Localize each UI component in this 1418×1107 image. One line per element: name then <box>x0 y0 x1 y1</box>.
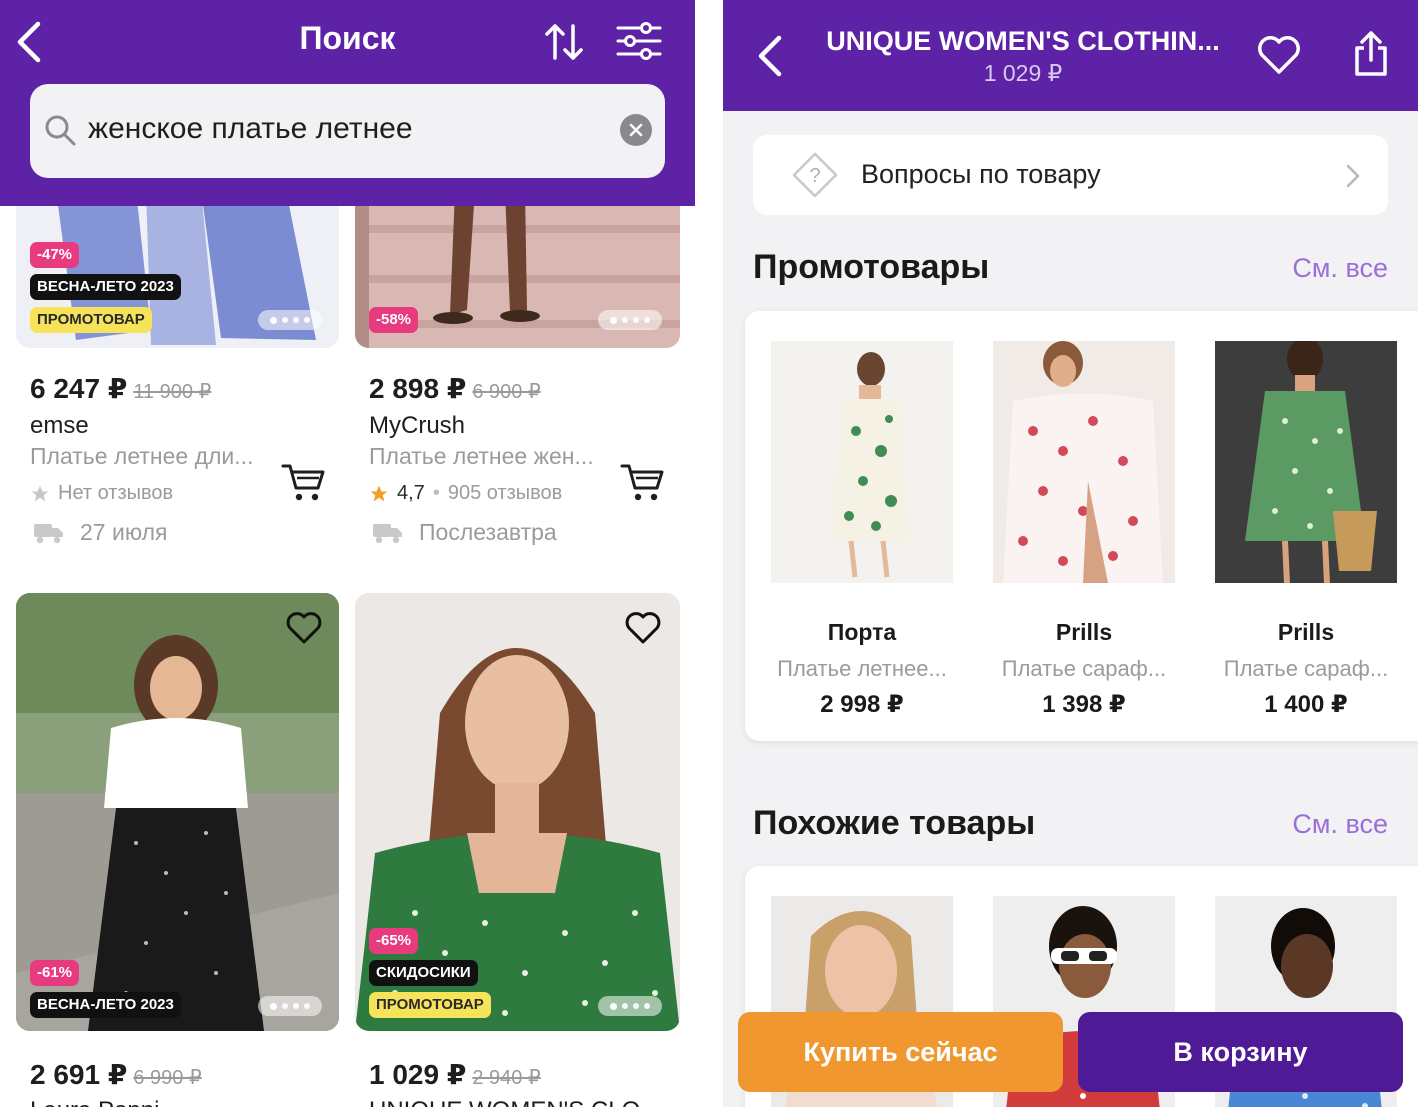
image-pager-dots <box>258 996 322 1016</box>
search-icon <box>45 115 76 146</box>
similar-section-title: Похожие товары <box>753 804 1036 842</box>
product-rating: 4,7 • 905 отзывов <box>369 482 562 505</box>
shelf-product-name: Платье сараф... <box>1001 656 1167 681</box>
shelf-product-price: 1 398 ₽ <box>1042 691 1126 718</box>
share-icon[interactable] <box>1351 30 1391 78</box>
old-price: 6 990 ₽ <box>133 1067 202 1089</box>
search-screen: -47% ВЕСНА-ЛЕТО 2023 ПРОМОТОВАР -58% 6 2… <box>0 0 695 1107</box>
product-delivery: 27 июля <box>34 519 167 546</box>
promo-badge: ПРОМОТОВАР <box>30 307 152 333</box>
old-price: 2 940 ₽ <box>472 1067 541 1089</box>
clear-search-icon[interactable] <box>620 114 652 146</box>
product-brand: MyCrush <box>369 412 466 439</box>
product-thumbnail <box>993 341 1175 583</box>
product-name: Платье летнее жен... <box>369 443 594 469</box>
product-questions-row[interactable]: ? Вопросы по товару <box>753 135 1388 215</box>
discount-badge: -65% <box>369 928 419 954</box>
chevron-right-icon <box>1346 164 1360 188</box>
product-price: 2 898 ₽6 900 ₽ <box>369 373 541 404</box>
questions-label: Вопросы по товару <box>861 159 1101 189</box>
truck-icon <box>34 523 63 543</box>
similar-see-all-link[interactable]: См. все <box>1292 809 1388 840</box>
star-icon <box>31 485 49 501</box>
image-pager-dots <box>598 996 662 1016</box>
sale-badge: СКИДОСИКИ <box>369 960 478 986</box>
old-price: 11 900 ₽ <box>133 381 212 403</box>
question-icon: ? <box>792 152 838 198</box>
discount-badge: -61% <box>30 960 80 986</box>
shelf-product-name: Платье сараф... <box>1223 656 1389 681</box>
filter-icon[interactable] <box>616 20 662 62</box>
shelf-product-brand: Prills <box>1277 619 1335 645</box>
shelf-product-name: Платье летнее... <box>777 656 947 681</box>
shelf-product-price: 2 998 ₽ <box>820 691 904 718</box>
product-rating: Нет отзывов <box>30 482 173 505</box>
discount-badge: -47% <box>30 242 80 268</box>
season-badge: ВЕСНА-ЛЕТО 2023 <box>30 992 181 1018</box>
product-name: Платье летнее дли... <box>30 443 254 469</box>
shelf-product-brand: Порта <box>827 619 897 645</box>
favorite-heart-icon[interactable] <box>623 608 663 648</box>
search-bar[interactable]: женское платье летнее <box>30 84 665 178</box>
svg-text:?: ? <box>809 165 820 187</box>
sort-icon[interactable] <box>543 22 587 62</box>
promo-see-all-link[interactable]: См. все <box>1292 253 1388 284</box>
season-badge: ВЕСНА-ЛЕТО 2023 <box>30 274 181 300</box>
product-thumbnail <box>1215 341 1397 583</box>
product-title: UNIQUE WOMEN'S CLOTHIN... <box>826 26 1220 56</box>
product-price: 2 691 ₽6 990 ₽ <box>30 1059 202 1090</box>
shelf-product-price: 1 400 ₽ <box>1264 691 1348 718</box>
buy-now-button[interactable]: Купить сейчас <box>738 1012 1063 1092</box>
search-header: Поиск женское платье летнее <box>0 0 695 206</box>
product-thumbnail <box>771 341 953 583</box>
promo-products-shelf: Порта Платье летнее... 2 998 ₽ Prills Пл… <box>745 311 1418 741</box>
page-title: Поиск <box>299 20 396 56</box>
product-delivery: Послезавтра <box>373 519 557 546</box>
favorite-heart-icon[interactable] <box>284 608 324 648</box>
product-brand: emse <box>30 412 89 439</box>
shelf-product-brand: Prills <box>1055 619 1113 645</box>
product-price: 1 029 ₽2 940 ₽ <box>369 1059 541 1090</box>
product-brand: Laura Ponni <box>30 1097 159 1107</box>
rating-value: 4,7 <box>397 482 425 504</box>
promo-section-title: Промотовары <box>753 248 990 286</box>
promo-product-card[interactable]: Prills Платье сараф... 1 398 ₽ <box>993 341 1175 719</box>
add-to-cart-icon[interactable] <box>620 462 666 504</box>
product-header: UNIQUE WOMEN'S CLOTHIN... 1 029 ₽ <box>723 0 1418 111</box>
old-price: 6 900 ₽ <box>472 381 541 403</box>
add-to-cart-button[interactable]: В корзину <box>1078 1012 1403 1092</box>
promo-badge: ПРОМОТОВАР <box>369 992 491 1018</box>
star-icon <box>370 485 388 501</box>
product-screen: UNIQUE WOMEN'S CLOTHIN... 1 029 ₽ ? Вопр… <box>723 0 1418 1107</box>
image-pager-dots <box>258 310 322 330</box>
promo-product-card[interactable]: Prills Платье сараф... 1 400 ₽ <box>1215 341 1397 719</box>
favorite-heart-icon[interactable] <box>1256 34 1302 76</box>
screen-divider <box>695 0 723 1107</box>
discount-badge: -58% <box>369 307 419 333</box>
product-price: 6 247 ₽11 900 ₽ <box>30 373 212 404</box>
image-pager-dots <box>598 310 662 330</box>
add-to-cart-icon[interactable] <box>281 462 327 504</box>
product-brand: UNIQUE WOMEN'S CLO <box>369 1097 640 1107</box>
product-header-price: 1 029 ₽ <box>983 60 1063 86</box>
truck-icon <box>373 523 402 543</box>
promo-product-card[interactable]: Порта Платье летнее... 2 998 ₽ <box>771 341 953 719</box>
search-input[interactable]: женское платье летнее <box>88 112 413 146</box>
back-arrow-icon[interactable] <box>755 34 785 78</box>
